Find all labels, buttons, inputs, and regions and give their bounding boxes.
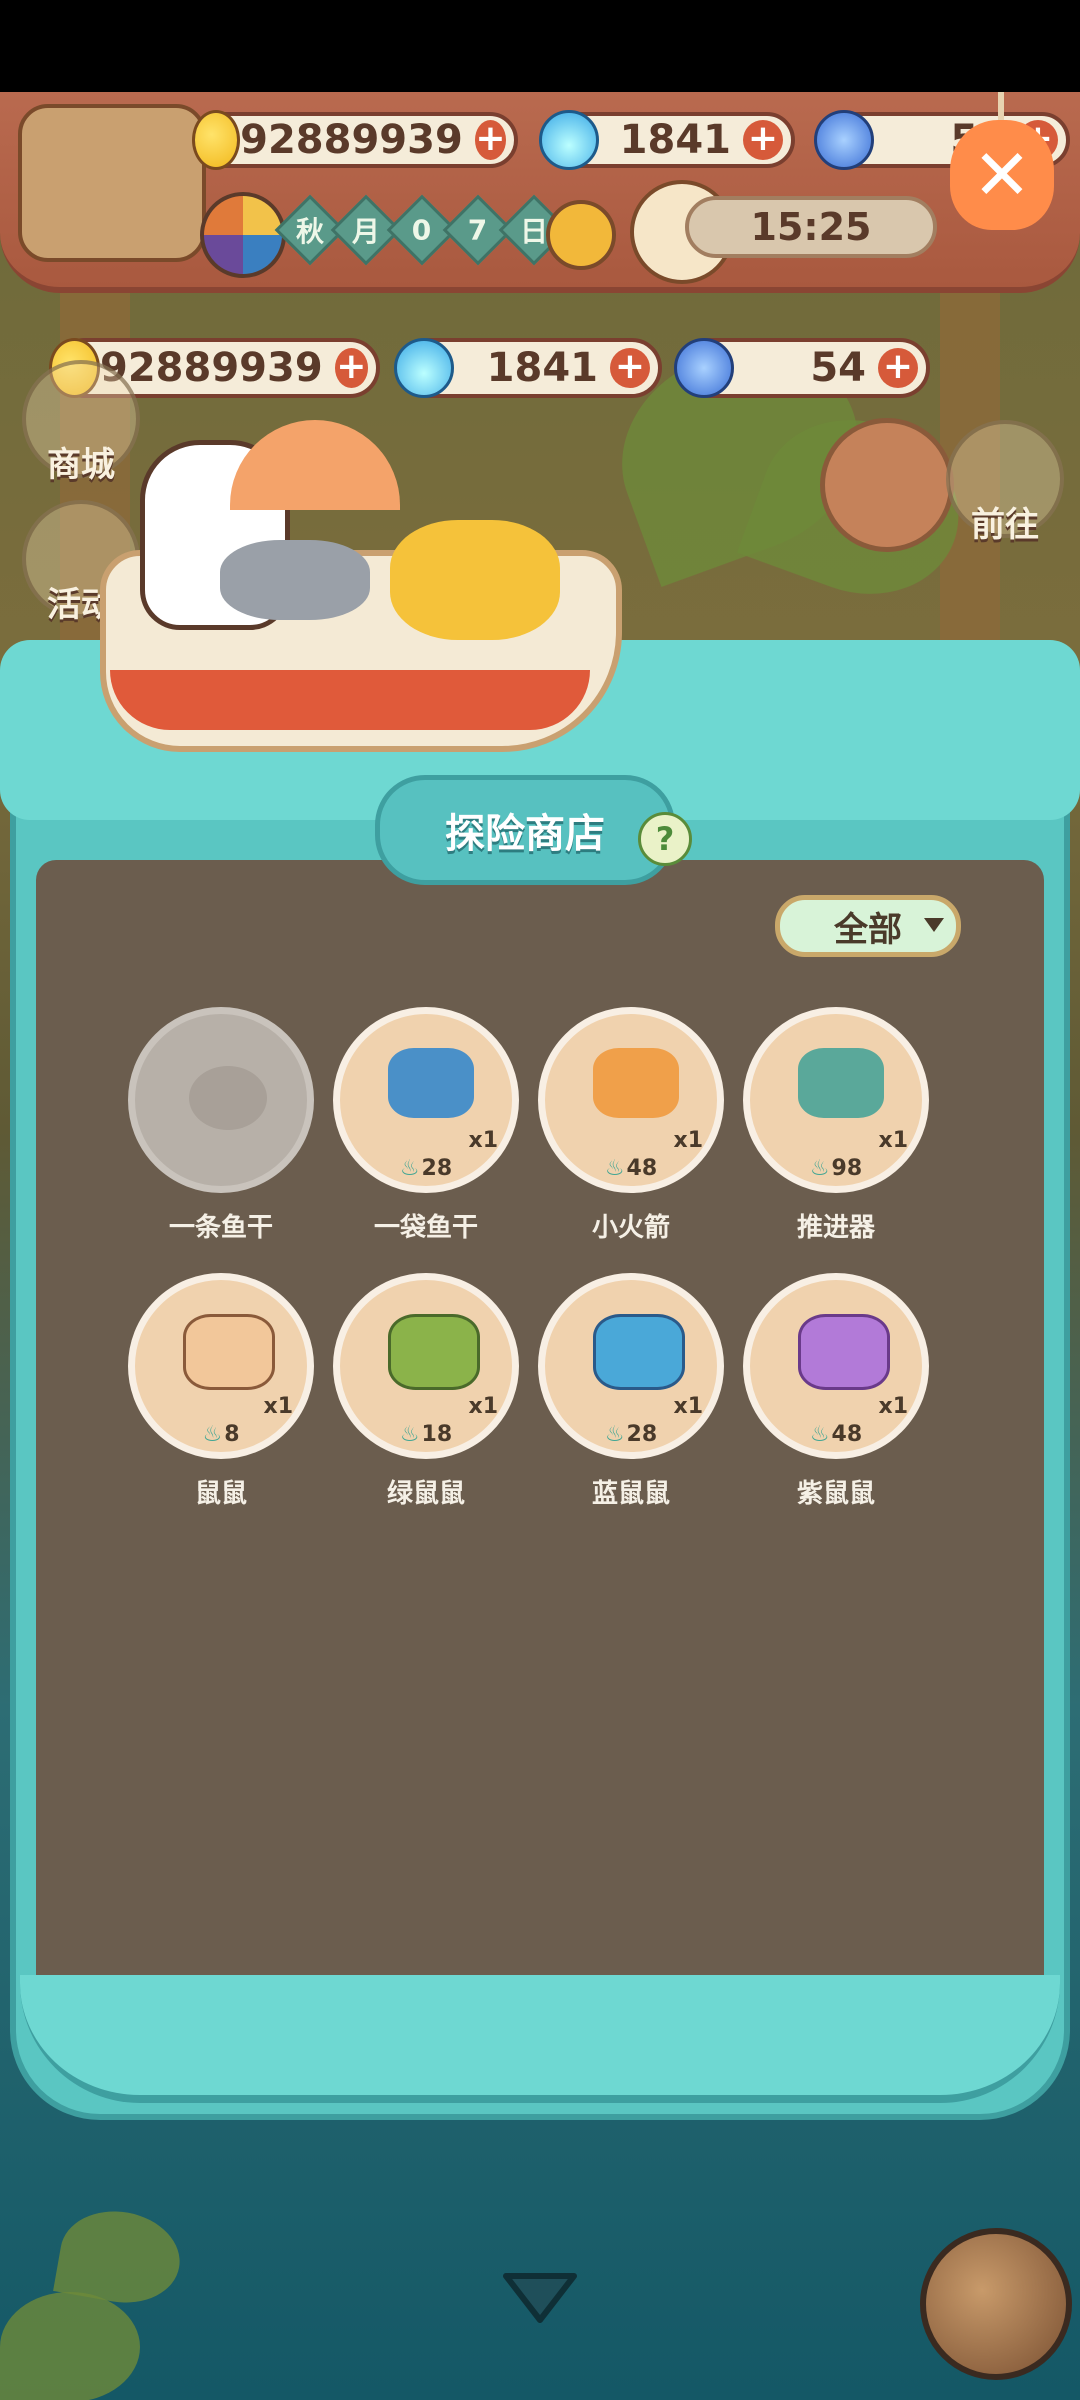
item-quantity: x1 — [673, 1394, 704, 1419]
item-quantity: x1 — [263, 1394, 294, 1419]
locked-cat-icon — [189, 1066, 267, 1130]
shop-item[interactable]: x1 28 蓝鼠鼠 — [538, 1273, 728, 1513]
item-disc: x1 8 — [128, 1273, 314, 1459]
thruster-icon — [798, 1048, 884, 1118]
item-disc: x1 18 — [333, 1273, 519, 1459]
purple-mouse-toy-icon — [798, 1314, 890, 1390]
item-quantity: x1 — [878, 1128, 909, 1153]
item-name: 紫鼠鼠 — [796, 1479, 875, 1509]
shop-item[interactable]: x1 48 紫鼠鼠 — [743, 1273, 933, 1513]
item-disc: x1 28 — [333, 1007, 519, 1193]
shop-item[interactable]: x1 8 鼠鼠 — [128, 1273, 318, 1513]
shop-item[interactable]: x1 98 推进器 — [743, 1007, 933, 1247]
shop-items-grid: 一条鱼干 x1 28 一袋鱼干 x1 48 小火箭 x1 98 推进器 x1 8 — [0, 0, 1080, 2400]
item-price: 48 — [545, 1156, 717, 1181]
collapse-arrow-icon[interactable] — [500, 2268, 580, 2328]
shop-item[interactable]: x1 18 绿鼠鼠 — [333, 1273, 523, 1513]
shop-item[interactable]: 一条鱼干 — [128, 1007, 318, 1247]
green-mouse-toy-icon — [388, 1314, 480, 1390]
item-name: 鼠鼠 — [194, 1479, 247, 1509]
item-quantity: x1 — [468, 1128, 499, 1153]
item-disc: x1 48 — [743, 1273, 929, 1459]
shop-item[interactable]: x1 28 一袋鱼干 — [333, 1007, 523, 1247]
item-price: 18 — [340, 1422, 512, 1447]
yarn-ball-icon[interactable] — [920, 2228, 1072, 2380]
item-disc: x1 48 — [538, 1007, 724, 1193]
item-disc: x1 28 — [538, 1273, 724, 1459]
item-name: 一袋鱼干 — [373, 1213, 478, 1243]
item-name: 蓝鼠鼠 — [591, 1479, 670, 1509]
mouse-toy-icon — [183, 1314, 275, 1390]
fish-bag-icon — [388, 1048, 474, 1118]
item-name: 一条鱼干 — [168, 1213, 273, 1243]
item-quantity: x1 — [878, 1394, 909, 1419]
item-price: 28 — [340, 1156, 512, 1181]
item-price: 48 — [750, 1422, 922, 1447]
item-disc: x1 98 — [743, 1007, 929, 1193]
item-price: 8 — [135, 1422, 307, 1447]
item-disc-locked — [128, 1007, 314, 1193]
item-price: 98 — [750, 1156, 922, 1181]
item-name: 小火箭 — [591, 1213, 670, 1243]
rocket-icon — [593, 1048, 679, 1118]
item-name: 绿鼠鼠 — [386, 1479, 465, 1509]
shop-item[interactable]: x1 48 小火箭 — [538, 1007, 728, 1247]
item-price: 28 — [545, 1422, 717, 1447]
item-quantity: x1 — [468, 1394, 499, 1419]
blue-mouse-toy-icon — [593, 1314, 685, 1390]
item-name: 推进器 — [796, 1213, 875, 1243]
item-quantity: x1 — [673, 1128, 704, 1153]
